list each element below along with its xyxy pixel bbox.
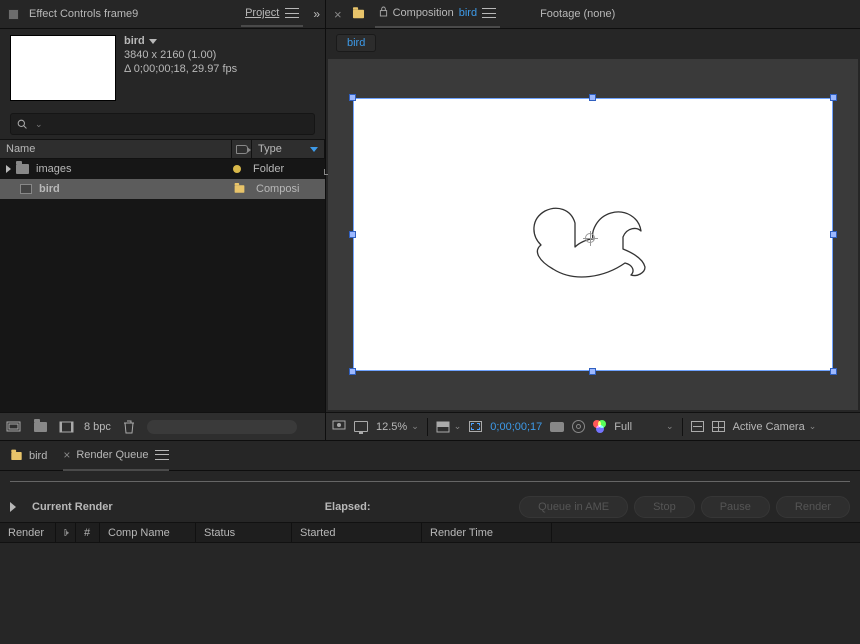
selected-item-duration: Δ 0;00;00;18, 29.97 fps — [124, 63, 237, 75]
composition-icon — [20, 184, 32, 194]
column-started[interactable]: Started — [292, 523, 422, 542]
label-color-icon[interactable] — [235, 185, 245, 193]
composition-panel: × Composition bird Footage (none) bird — [326, 0, 860, 440]
panel-menu-icon[interactable] — [285, 8, 299, 18]
project-search-input[interactable]: ⌄ — [10, 113, 315, 135]
column-label[interactable] — [56, 523, 76, 542]
chevron-down-icon[interactable] — [149, 39, 157, 44]
expand-panels-icon[interactable]: » — [313, 7, 317, 21]
panel-menu-icon[interactable] — [155, 450, 169, 460]
selected-item-name: bird — [124, 35, 145, 47]
project-panel: Effect Controls frame9 Project » bird 38… — [0, 0, 326, 440]
grid-guides-icon[interactable] — [712, 421, 725, 432]
composition-viewer[interactable] — [328, 59, 858, 410]
close-icon[interactable]: × — [334, 7, 342, 22]
column-name[interactable]: Name — [0, 140, 232, 158]
twirl-icon[interactable] — [6, 165, 11, 173]
region-of-interest-icon[interactable] — [691, 421, 704, 432]
column-type[interactable]: Type — [252, 140, 325, 158]
panel-menu-icon[interactable] — [482, 8, 496, 18]
column-render-time[interactable]: Render Time — [422, 523, 552, 542]
search-icon — [17, 119, 28, 130]
resolution-toggle-icon[interactable]: ⌄ — [436, 421, 462, 433]
label-color-icon — [11, 452, 21, 460]
render-queue-tab[interactable]: × Render Queue — [63, 441, 168, 471]
selected-item-dimensions: 3840 x 2160 (1.00) — [124, 49, 237, 61]
project-folder-row[interactable]: images Folder — [0, 159, 325, 179]
project-item-list: images Folder bird Composi — [0, 159, 325, 199]
project-comp-row[interactable]: bird Composi — [0, 179, 325, 199]
show-snapshot-icon[interactable] — [572, 420, 585, 433]
column-comp-name[interactable]: Comp Name — [100, 523, 196, 542]
comp-breadcrumb-chip[interactable]: bird — [336, 34, 376, 52]
footage-tab[interactable]: Footage (none) — [540, 8, 615, 20]
zoom-dropdown[interactable]: 12.5%⌄ — [376, 421, 419, 433]
layer-bounding-box — [353, 98, 833, 371]
transparency-grid-icon[interactable] — [354, 421, 368, 432]
active-comp-name[interactable]: bird — [459, 7, 477, 19]
resolution-dropdown[interactable]: Full⌄ — [614, 421, 673, 433]
always-preview-icon[interactable] — [332, 419, 346, 434]
queue-in-ame-button[interactable]: Queue in AME — [519, 496, 628, 518]
channel-icon[interactable] — [593, 420, 606, 433]
timeline-tab[interactable]: bird — [10, 441, 47, 471]
pause-button[interactable]: Pause — [701, 496, 770, 518]
transform-handle[interactable] — [349, 231, 356, 238]
mask-visibility-icon[interactable] — [469, 421, 482, 432]
close-icon[interactable]: × — [63, 448, 70, 462]
folder-icon — [16, 164, 29, 174]
current-time[interactable]: 0;00;00;17 — [490, 421, 542, 433]
transform-handle[interactable] — [830, 94, 837, 101]
stop-button[interactable]: Stop — [634, 496, 695, 518]
transform-handle[interactable] — [589, 368, 596, 375]
render-queue-panel: bird × Render Queue Current Render Elaps… — [0, 440, 860, 644]
elapsed-label: Elapsed: — [325, 501, 371, 513]
transform-handle[interactable] — [349, 368, 356, 375]
transform-handle[interactable] — [349, 94, 356, 101]
label-color-icon — [353, 10, 364, 19]
progress-indicator — [147, 420, 297, 434]
column-number[interactable]: # — [76, 523, 100, 542]
project-color-depth[interactable]: 8 bpc — [84, 421, 111, 433]
label-color-dot[interactable] — [233, 165, 241, 173]
column-label[interactable] — [232, 140, 252, 158]
effect-controls-tab[interactable]: Effect Controls frame9 — [29, 8, 138, 20]
lock-icon[interactable] — [379, 6, 388, 20]
composition-tab[interactable]: Composition bird — [375, 0, 500, 28]
composition-thumbnail[interactable] — [10, 35, 116, 101]
column-status[interactable]: Status — [196, 523, 292, 542]
trash-icon[interactable] — [121, 421, 137, 433]
current-render-label: Current Render — [32, 501, 113, 513]
transform-handle[interactable] — [589, 94, 596, 101]
project-tab[interactable]: Project — [241, 1, 303, 27]
new-folder-icon[interactable] — [32, 421, 48, 433]
transform-handle[interactable] — [830, 368, 837, 375]
new-composition-icon[interactable] — [58, 421, 74, 433]
transform-handle[interactable] — [830, 231, 837, 238]
column-render[interactable]: Render — [0, 523, 56, 542]
view-dropdown[interactable]: Active Camera⌄ — [733, 421, 817, 433]
twirl-icon[interactable] — [10, 502, 16, 512]
interpret-footage-icon[interactable] — [6, 421, 22, 433]
render-button[interactable]: Render — [776, 496, 850, 518]
snapshot-icon[interactable] — [550, 422, 564, 432]
effect-controls-icon — [8, 9, 19, 20]
render-queue-columns: Render # Comp Name Status Started Render… — [0, 522, 860, 543]
